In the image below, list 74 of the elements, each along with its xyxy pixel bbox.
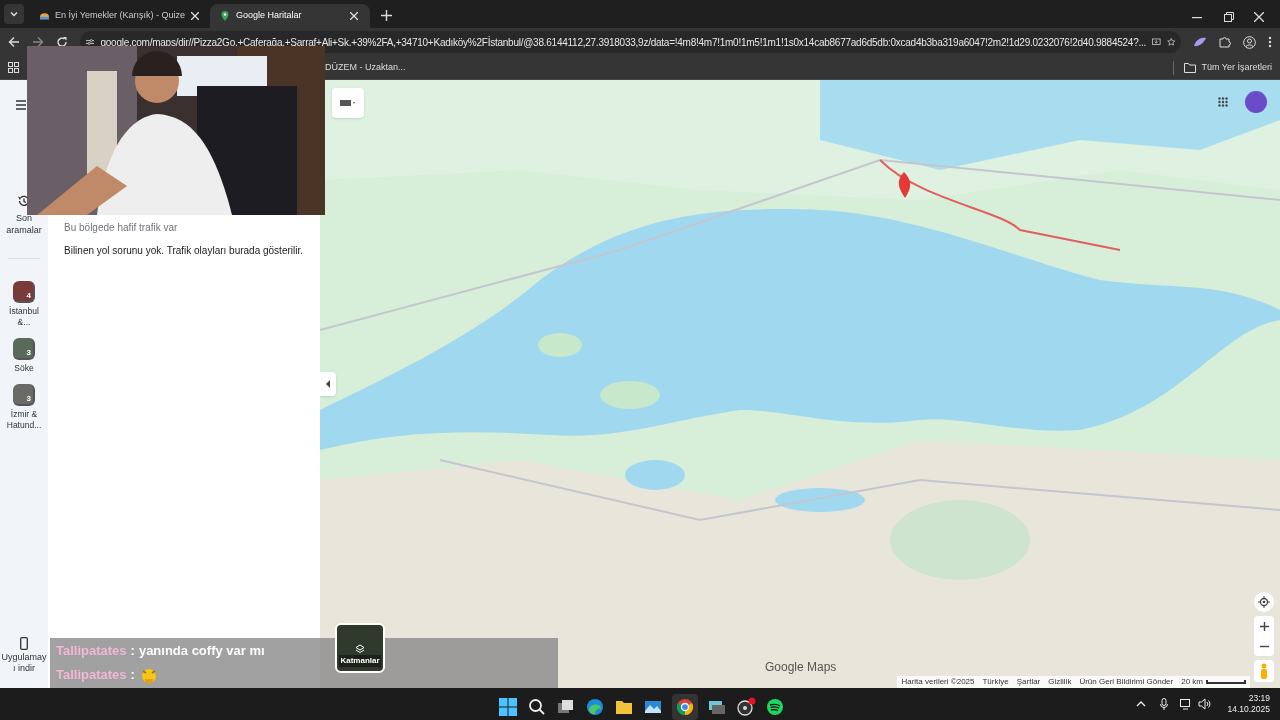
count-label: 3 (26, 394, 31, 404)
back-icon[interactable] (8, 36, 20, 48)
pegman-icon (1260, 663, 1268, 679)
minimize-icon[interactable] (1192, 17, 1202, 19)
apps-icon[interactable] (8, 62, 19, 73)
forward-icon[interactable] (32, 36, 44, 48)
chat-message: yanında coffy var mı (138, 642, 265, 661)
all-bookmarks-button[interactable]: Tüm Yer İşaretleri (1184, 60, 1272, 75)
map-pin-icon (220, 11, 230, 21)
footer-link[interactable]: Şartlar (1016, 676, 1041, 688)
chrome-taskbar-button[interactable] (672, 694, 698, 720)
clock[interactable]: 23:19 14.10.2025 (1227, 693, 1270, 715)
phone-icon (20, 637, 28, 650)
scale-label: 20 km (1181, 676, 1203, 688)
browser-tab[interactable]: En İyi Yemekler (Karışık) - Quize (30, 4, 210, 28)
recorder-icon[interactable] (736, 697, 756, 717)
bowl-icon (40, 11, 49, 21)
keyboard-icon (340, 99, 356, 107)
microphone-icon[interactable] (1160, 698, 1169, 710)
chevron-down-icon (9, 9, 19, 19)
count-label: 3 (26, 348, 31, 358)
star-icon[interactable] (1166, 36, 1175, 48)
recent-search-item[interactable]: 3 Söke (2, 338, 46, 374)
traffic-subtitle: Bu bölgede hafif trafik var (64, 221, 179, 235)
volume-icon[interactable] (1198, 698, 1212, 710)
recent-search-item[interactable]: 3 İzmir & Hatund... (2, 384, 46, 431)
new-tab-button[interactable] (378, 7, 394, 23)
layers-button[interactable]: Katmanlar (335, 623, 385, 673)
bookmark-link[interactable]: DÜZEM - Uzaktan... (325, 60, 406, 75)
folder-icon (1184, 62, 1197, 73)
plus-icon (380, 9, 392, 21)
footer-link[interactable]: Türkiye (982, 676, 1009, 688)
map-logo: Google Maps (765, 659, 837, 676)
footer-link[interactable]: Ürün Geri Bildirimi Gönder (1079, 676, 1174, 688)
browser-icon[interactable] (585, 697, 605, 717)
search-icon[interactable] (527, 697, 547, 717)
site-settings-icon[interactable] (86, 37, 95, 47)
caret-left-icon (325, 380, 331, 388)
music-icon[interactable] (765, 697, 785, 717)
plus-icon (1259, 621, 1269, 631)
url-text: qooqle.com/maps/dir//Pizza2Go,+Caferağa,+Sarraf+Ali+Sk.+39%2FA,+34710+Kadıköy%2Fİstanbul/@38.6144112,27.3918033,9z/data=!4m8!4m7!1m0!1m5!1m1!1s0x14cab8677ad6d5db:0xcad4b3ba319a6047!2m2!1d29.0232076!2d40.9884524?... (100, 35, 1147, 50)
reload-icon[interactable] (56, 36, 68, 48)
close-icon[interactable] (1254, 12, 1264, 22)
puzzle-icon[interactable] (1219, 36, 1231, 48)
chat-separator: : (130, 666, 135, 685)
close-tab-icon[interactable] (191, 11, 200, 21)
chat-username: Tallipatates (56, 642, 127, 661)
apps-icon[interactable] (1218, 97, 1228, 107)
tab-search-button[interactable] (4, 4, 24, 24)
restore-icon[interactable] (1224, 12, 1234, 22)
keyboard-button[interactable] (332, 88, 364, 118)
close-tab-icon[interactable] (350, 11, 360, 21)
count-label: 4 (26, 291, 31, 301)
recent-search-item[interactable]: 4 İstanbul &... (2, 281, 46, 328)
crosshair-icon (1258, 596, 1270, 608)
address-bar[interactable] (80, 31, 1181, 53)
chrome-icon (676, 698, 694, 716)
scale-bar (1206, 680, 1246, 684)
get-app-button[interactable]: Uygulamayı indir (1, 637, 47, 674)
browser-tab[interactable]: Google Haritalar (210, 4, 370, 28)
menu-icon[interactable] (1268, 36, 1272, 48)
install-icon[interactable] (1152, 36, 1161, 48)
map-data-credit: Harita verileri ©2025 (901, 676, 975, 688)
layers-icon (355, 644, 365, 654)
chevron-up-icon[interactable] (1136, 701, 1147, 707)
chat-separator: : (130, 642, 135, 661)
menu-icon[interactable] (16, 100, 26, 110)
start-icon[interactable] (498, 697, 518, 717)
chat-username: Tallipatates (56, 666, 127, 685)
recent-searches-button[interactable]: Son aramalar (4, 194, 44, 236)
collapse-panel-button[interactable] (320, 372, 336, 396)
traffic-message: Bilinen yol sorunu yok. Trafik olayları burada gösterilir. (64, 244, 304, 258)
profile-icon[interactable] (1243, 35, 1256, 49)
footer-link[interactable]: Gizlilik (1048, 676, 1072, 688)
